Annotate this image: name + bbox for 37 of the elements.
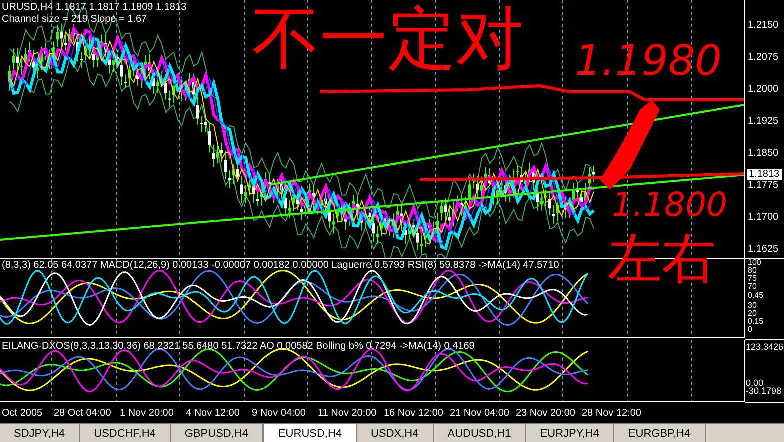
- indicator-legend: EILANG-DXOS(9,3,3,13,30,36) 68.2321 55.6480 51.7322 AO 0.00582 Bolling b% 0.7294 ->MA(14) 0.4169: [2, 341, 475, 353]
- indicator-legend: (8,3,3) 62.05 64.0377 MACD(12,26,9) 0.00133 -0.00007 0.00182 0.00000 Laguerre 0.5793 RSI(8) 59.8378 ->MA(14) 47.5710: [2, 260, 560, 272]
- time-label: 1 Nov 20:00: [120, 408, 174, 418]
- indicator-tick: 20: [748, 310, 757, 318]
- current-price-label: 1.1813: [747, 169, 782, 180]
- time-label: 9 Nov 04:00: [252, 408, 306, 418]
- indicator-tick: 75: [748, 275, 757, 283]
- time-label: 21 Nov 04:00: [450, 408, 510, 418]
- price-tick: 1.2000: [748, 84, 779, 95]
- time-label: 28 Oct 04:00: [54, 408, 112, 418]
- price-tick: 1.1775: [748, 180, 779, 191]
- indicator-tick: 30: [748, 302, 757, 310]
- indicator-tick: 80: [748, 267, 757, 275]
- chart-tab[interactable]: EURUSD,H4: [263, 424, 358, 442]
- price-tick: 1.1925: [748, 116, 779, 127]
- time-label: 23 Nov 20:00: [516, 408, 576, 418]
- indicator-tick: 0.00: [746, 378, 764, 388]
- indicator-tick: 70: [748, 283, 757, 291]
- indicator-tick: 0: [748, 326, 752, 334]
- indicator-tick: 100: [748, 259, 762, 267]
- handwritten-note: 不一定对: [252, 6, 524, 74]
- time-label: 16 Nov 12:00: [384, 408, 444, 418]
- price-tick: 1.2075: [748, 52, 779, 63]
- handwritten-note: 1.1980: [575, 40, 722, 82]
- indicator-tick: 123.3426: [746, 342, 784, 352]
- price-tick: 1.2150: [748, 20, 779, 31]
- price-tick: 1.1850: [748, 148, 779, 159]
- time-label: 28 Nov 12:00: [582, 408, 642, 418]
- handwritten-note: 1.1800: [612, 188, 728, 221]
- time-label: Oct 2005: [2, 408, 43, 418]
- indicator-tick: 0.45: [748, 292, 764, 300]
- price-tick: 1.1625: [748, 244, 779, 255]
- indicator-tick: -30.1798: [746, 386, 782, 396]
- time-label: 11 Nov 20:00: [318, 408, 377, 418]
- price-tick: 1.1700: [748, 212, 779, 223]
- indicator-tick: 0.15: [748, 318, 764, 326]
- time-label: 4 Nov 12:00: [186, 408, 240, 418]
